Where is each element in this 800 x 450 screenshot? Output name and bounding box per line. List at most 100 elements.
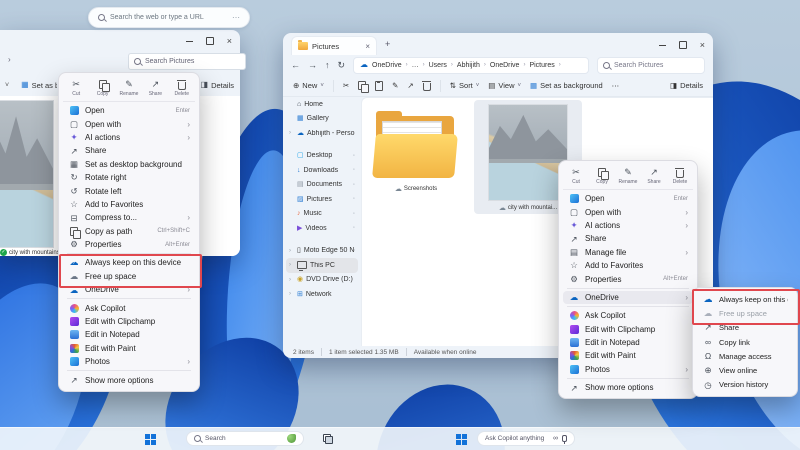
refresh-icon[interactable]: ↻ [338,60,346,71]
left-menu-quick-cut[interactable]: ✂Cut [64,80,88,97]
right-menu-item-show-more-options[interactable]: ↗Show more options [563,381,693,394]
sidebar-item-abhijith-personal[interactable]: ›☁Abhijith - Personal [286,126,358,141]
breadcrumb-segment[interactable]: … [412,62,419,69]
expand-chevron-icon[interactable]: › [289,248,294,254]
right-menu-item-open[interactable]: OpenEnter [563,192,693,205]
start-button[interactable] [456,428,467,450]
left-menu-item-edit-in-notepad[interactable]: Edit in Notepad [63,328,195,341]
up-icon[interactable]: ↑ [325,60,330,70]
left-menu-item-add-to-favorites[interactable]: ☆Add to Favorites [63,198,195,211]
left-menu-quick-delete[interactable]: Delete [170,80,194,97]
details-button[interactable]: ◨ Details [670,81,703,90]
breadcrumb-segment[interactable]: Pictures [529,62,554,69]
right-menu-item-properties[interactable]: ⚙PropertiesAlt+Enter [563,272,693,285]
sidebar-item-music[interactable]: ♪Music◦ [286,207,358,222]
close-icon[interactable]: × [227,36,232,46]
taskbar-copilot-search[interactable]: Ask Copilot anything ∞ [477,431,575,446]
forward-icon[interactable]: → [308,60,317,70]
more-icon[interactable]: ⋯ [232,13,240,22]
expand-chevron-icon[interactable]: › [289,291,294,297]
right-menu-item-edit-with-clipchamp[interactable]: Edit with Clipchamp [563,323,693,336]
left-menu-item-show-more-options[interactable]: ↗Show more options [63,373,195,386]
breadcrumb-segment[interactable]: OneDrive [490,62,520,69]
left-menu-item-open-with[interactable]: ▢Open with› [63,117,195,130]
browser-search-bar[interactable]: Search the web or type a URL ⋯ [88,7,250,28]
breadcrumb[interactable]: ☁ OneDrive›…›Users›Abhijith›OneDrive›Pic… [353,57,589,74]
search-input[interactable]: Search Pictures [597,57,705,74]
left-menu-item-ai-actions[interactable]: ✦AI actions› [63,131,195,144]
sidebar-item-moto-edge-50-neo[interactable]: ›▯Moto Edge 50 Neo [286,244,358,259]
new-button[interactable]: ⊕ New ˅ [293,81,324,90]
breadcrumb-segment[interactable]: Users [429,62,447,69]
left-menu-quick-rename[interactable]: ✎Rename [117,80,141,97]
new-tab-icon[interactable]: + [385,39,390,49]
task-view-button[interactable] [320,428,336,450]
left-menu-item-always-keep-on-this-device[interactable]: ☁Always keep on this device [63,256,195,269]
left-menu-item-edit-with-clipchamp[interactable]: Edit with Clipchamp [63,315,195,328]
sidebar-item-dvd-drive-d-ccc[interactable]: ›◉DVD Drive (D:) CCC [286,273,358,288]
chevron-down-icon[interactable]: ˅ [5,82,9,89]
copy-icon[interactable] [358,81,366,90]
sidebar-item-downloads[interactable]: ↓Downloads◦ [286,163,358,178]
tab-close-icon[interactable]: × [365,42,370,51]
paste-icon[interactable] [375,81,383,91]
left-menu-item-share[interactable]: ↗Share [63,144,195,157]
right-menu-item-manage-file[interactable]: ▤Manage file› [563,246,693,259]
share-icon[interactable]: ↗ [407,82,413,90]
right-menu-item-ai-actions[interactable]: ✦AI actions› [563,219,693,232]
left-menu-item-compress-to[interactable]: ⊟Compress to...› [63,211,195,224]
right-menu-quick-rename[interactable]: ✎Rename [616,168,640,185]
sidebar-item-desktop[interactable]: ▢Desktop◦ [286,149,358,164]
maximize-icon[interactable] [206,37,214,45]
right-menu-item-edit-with-paint[interactable]: Edit with Paint [563,349,693,362]
right-menu-quick-share[interactable]: ↗Share [642,168,666,185]
folder-tile-screenshots[interactable]: ☁ Screenshots [368,104,464,212]
minimize-icon[interactable] [186,41,193,42]
expand-chevron-icon[interactable]: › [289,262,294,268]
maximize-icon[interactable] [679,41,687,49]
right-menu-quick-cut[interactable]: ✂Cut [564,168,588,185]
onedrive-submenu-item-view-online[interactable]: ⊕View online [697,363,793,377]
left-menu-quick-share[interactable]: ↗Share [143,80,167,97]
onedrive-submenu-item-version-history[interactable]: ◷Version history [697,378,793,392]
breadcrumb[interactable]: › [8,55,11,64]
right-menu-quick-copy[interactable]: Copy [590,168,614,185]
onedrive-submenu-item-share[interactable]: ↗Share [697,321,793,335]
onedrive-submenu-item-copy-link[interactable]: ∞Copy link [697,335,793,349]
left-menu-item-open[interactable]: OpenEnter [63,104,195,117]
tab-pictures[interactable]: Pictures × [291,36,377,55]
right-menu-item-share[interactable]: ↗Share [563,232,693,245]
photo-thumbnail[interactable] [0,100,54,248]
details-button[interactable]: ◨ Details [201,81,235,90]
left-menu-item-onedrive[interactable]: ☁OneDrive› [63,283,195,296]
sidebar-item-documents[interactable]: ▤Documents◦ [286,178,358,193]
taskbar-search[interactable]: Search [186,431,304,446]
rename-icon[interactable]: ✎ [392,82,398,90]
sidebar-item-videos[interactable]: ▶Videos◦ [286,221,358,236]
breadcrumb-segment[interactable]: Abhijith [457,62,480,69]
breadcrumb-segment[interactable]: OneDrive [372,62,402,69]
start-button[interactable] [145,428,156,450]
left-menu-item-edit-with-paint[interactable]: Edit with Paint [63,342,195,355]
left-menu-item-rotate-left[interactable]: ↺Rotate left [63,184,195,197]
search-input[interactable]: Search Pictures [128,53,246,70]
minimize-icon[interactable] [659,45,666,46]
right-menu-item-open-with[interactable]: ▢Open with› [563,205,693,218]
sidebar-item-network[interactable]: ›⊞Network [286,287,358,302]
right-menu-item-add-to-favorites[interactable]: ☆Add to Favorites [563,259,693,272]
sidebar-item-this-pc[interactable]: ›This PC [286,258,358,273]
left-menu-item-free-up-space[interactable]: ☁Free up space [63,270,195,283]
left-menu-item-ask-copilot[interactable]: Ask Copilot [63,301,195,314]
more-icon[interactable]: ⋯ [612,82,620,90]
set-as-background-button[interactable]: ▦ Set as background [530,81,603,90]
left-menu-quick-copy[interactable]: Copy [91,80,115,97]
set-as-background-button[interactable]: ▦ Set as back [21,81,57,90]
right-menu-item-photos[interactable]: Photos› [563,363,693,376]
expand-chevron-icon[interactable]: › [289,277,294,283]
close-icon[interactable]: × [700,40,705,50]
left-menu-item-copy-as-path[interactable]: Copy as pathCtrl+Shift+C [63,225,195,238]
expand-chevron-icon[interactable]: › [289,130,294,136]
right-menu-item-onedrive[interactable]: ☁OneDrive› [563,291,693,304]
left-menu-item-set-as-desktop-background[interactable]: ▦Set as desktop background [63,158,195,171]
sidebar-item-pictures[interactable]: ▨Pictures◦ [286,192,358,207]
